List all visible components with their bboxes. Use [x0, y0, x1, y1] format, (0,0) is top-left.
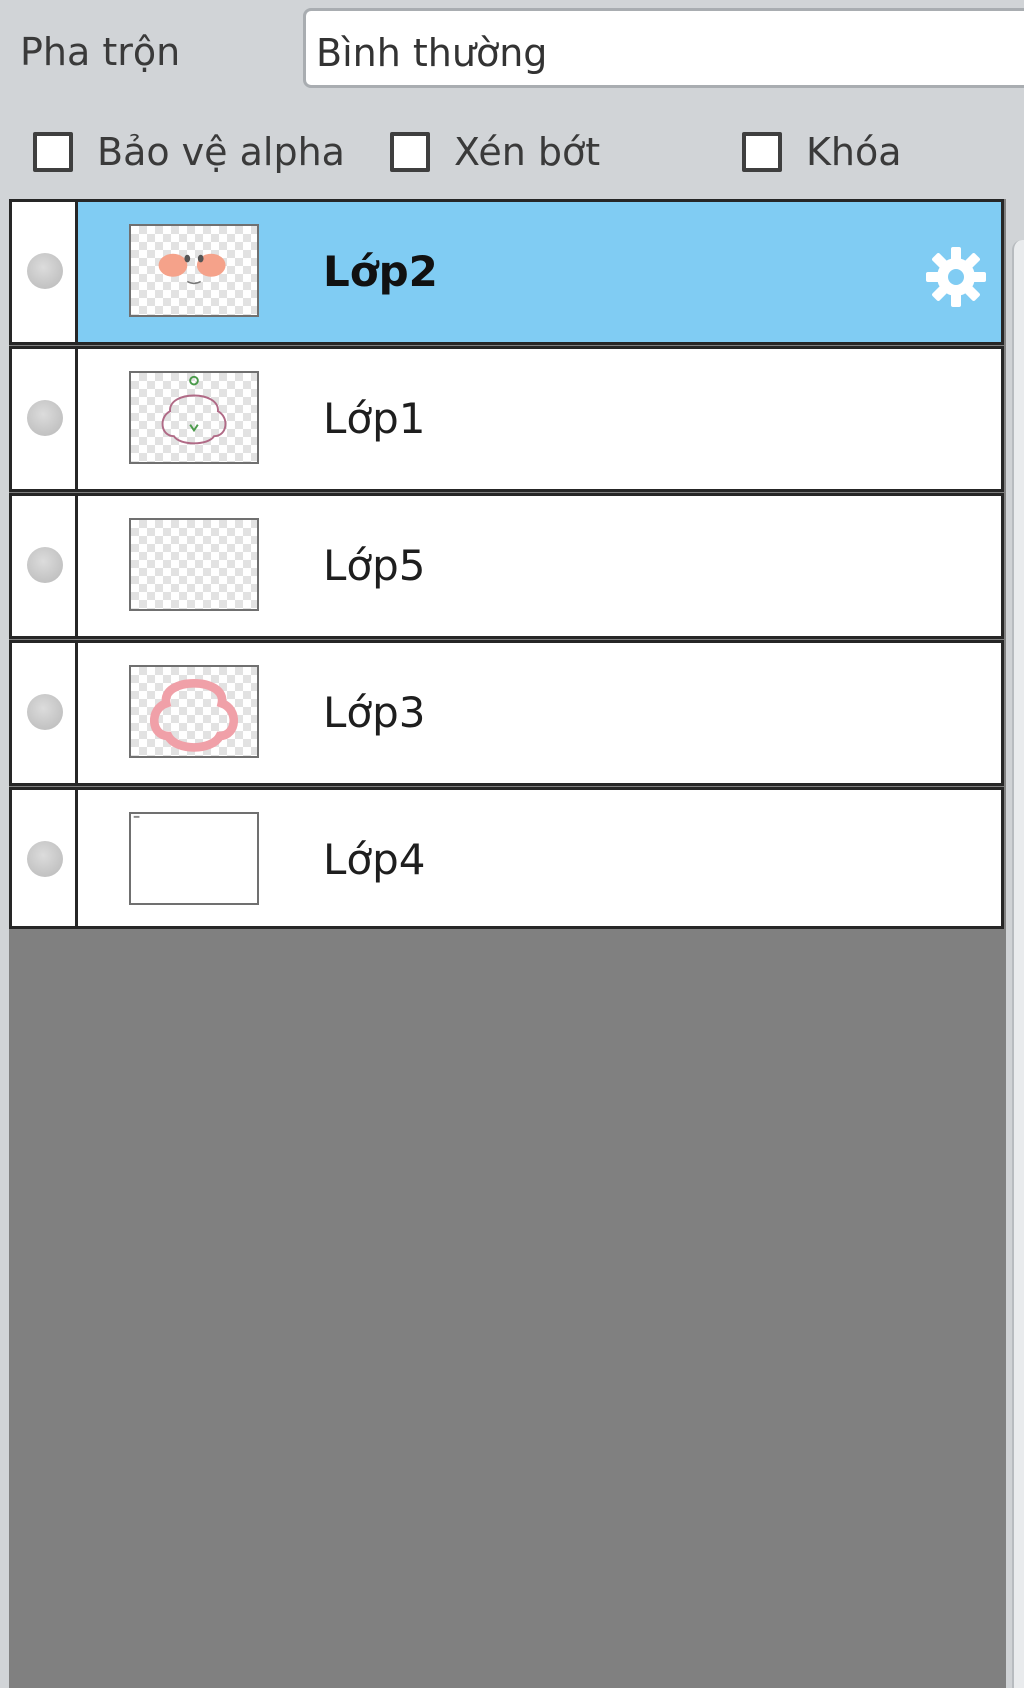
visibility-cell: [12, 349, 78, 489]
visibility-dot-icon[interactable]: [27, 694, 63, 730]
layer-name: Lớp5: [323, 541, 426, 590]
visibility-cell: [12, 790, 78, 926]
layer-thumbnail: [129, 518, 259, 611]
clipping-label: Xén bớt: [454, 130, 601, 174]
visibility-cell: [12, 496, 78, 636]
blend-mode-select[interactable]: Bình thường: [303, 8, 1024, 88]
visibility-cell: [12, 643, 78, 783]
layer-main[interactable]: Lớp3: [78, 643, 1001, 783]
layer-name: Lớp3: [323, 688, 426, 737]
clipping-checkbox[interactable]: [390, 132, 430, 172]
lock-option[interactable]: Khóa: [742, 122, 902, 182]
layer-main[interactable]: Lớp2: [78, 202, 1001, 342]
layer-row[interactable]: Lớp2: [9, 199, 1004, 345]
visibility-dot-icon[interactable]: [27, 253, 63, 289]
layer-main[interactable]: Lớp5: [78, 496, 1001, 636]
scrollbar-track[interactable]: [1012, 240, 1024, 1688]
visibility-dot-icon[interactable]: [27, 547, 63, 583]
layer-name: Lớp1: [323, 394, 426, 443]
layer-main[interactable]: Lớp1: [78, 349, 1001, 489]
layer-list: Lớp2 Lớp1 Lớp5 Lớp3 Lớp4: [9, 199, 1006, 1688]
layer-thumbnail: [129, 665, 259, 758]
layer-main[interactable]: Lớp4: [78, 790, 1001, 926]
visibility-cell: [12, 202, 78, 342]
layers-panel: Pha trộn Bình thường Bảo vệ alpha Xén bớ…: [0, 0, 1024, 1688]
visibility-dot-icon[interactable]: [27, 400, 63, 436]
layer-name: Lớp4: [323, 835, 426, 884]
blend-mode-label: Pha trộn: [20, 30, 181, 74]
layer-name: Lớp2: [323, 247, 438, 296]
layer-thumbnail: [129, 812, 259, 905]
lock-checkbox[interactable]: [742, 132, 782, 172]
protect-alpha-checkbox[interactable]: [33, 132, 73, 172]
layer-row[interactable]: Lớp1: [9, 346, 1004, 492]
layer-row[interactable]: Lớp4: [9, 787, 1004, 929]
protect-alpha-label: Bảo vệ alpha: [97, 130, 345, 174]
gear-icon[interactable]: [923, 244, 989, 310]
layer-thumbnail: [129, 371, 259, 464]
layer-thumbnail: [129, 224, 259, 317]
layer-row[interactable]: Lớp3: [9, 640, 1004, 786]
lock-label: Khóa: [806, 130, 902, 174]
blend-mode-value: Bình thường: [316, 31, 548, 75]
clipping-option[interactable]: Xén bớt: [390, 122, 600, 182]
visibility-dot-icon[interactable]: [27, 841, 63, 877]
protect-alpha-option[interactable]: Bảo vệ alpha: [33, 122, 345, 182]
layer-row[interactable]: Lớp5: [9, 493, 1004, 639]
scrollbar[interactable]: [1006, 240, 1024, 1688]
